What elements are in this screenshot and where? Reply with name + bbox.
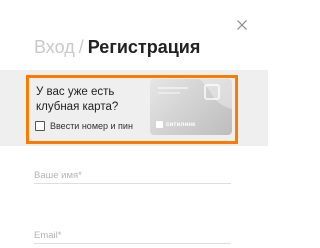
enter-card-checkbox-label[interactable]: Ввести номер и пин	[50, 121, 133, 131]
name-field-wrapper	[34, 165, 231, 184]
name-input[interactable]	[34, 167, 231, 184]
card-brand-name: ситилинк	[166, 121, 196, 128]
close-icon	[237, 20, 247, 30]
brand-mark-icon	[156, 121, 163, 128]
email-field-wrapper	[34, 225, 231, 244]
email-input[interactable]	[34, 227, 231, 244]
registration-modal: Вход / Регистрация У вас уже есть клубная …	[0, 0, 268, 248]
enter-card-checkbox[interactable]	[35, 121, 45, 131]
auth-tabs: Вход / Регистрация	[34, 36, 200, 58]
close-button[interactable]	[236, 19, 248, 31]
club-card-image: ситилинк	[150, 79, 232, 135]
tab-login[interactable]: Вход	[34, 37, 75, 57]
tab-register[interactable]: Регистрация	[88, 37, 201, 57]
club-card-question: У вас уже есть клубная карта?	[36, 86, 119, 113]
enter-card-checkbox-row[interactable]: Ввести номер и пин	[35, 121, 133, 131]
card-brand-logo: ситилинк	[156, 121, 195, 128]
tab-separator: /	[78, 37, 84, 57]
